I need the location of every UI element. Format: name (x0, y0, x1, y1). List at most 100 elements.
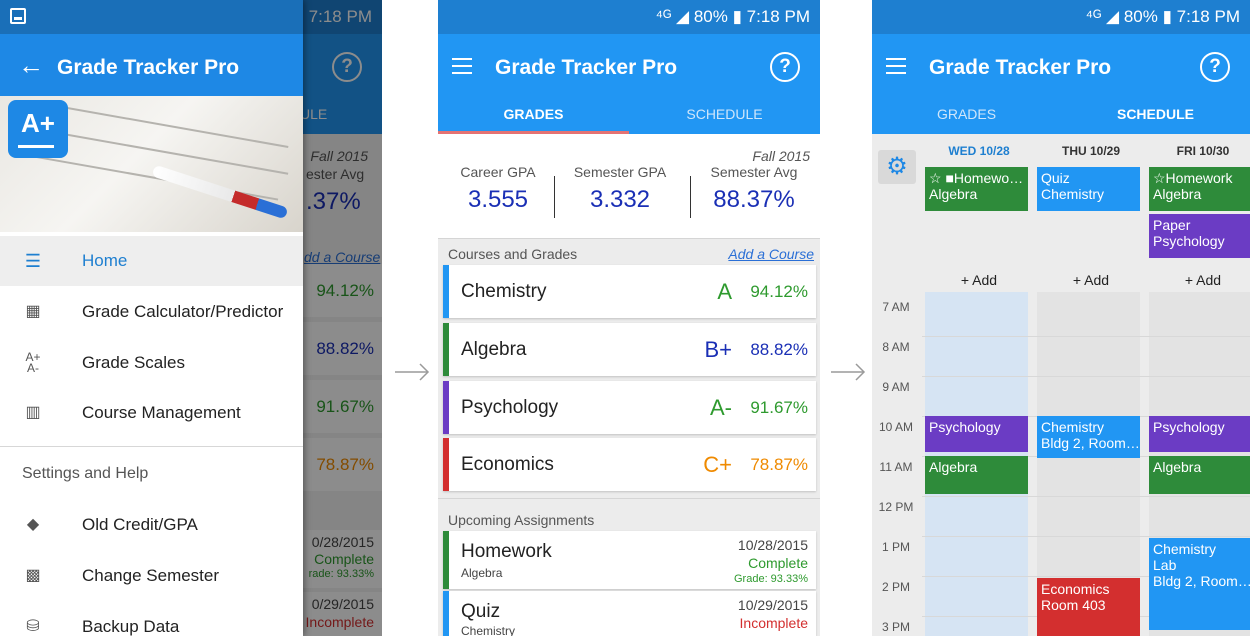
drawer-item-label: Course Management (82, 403, 241, 422)
home-icon: ☰ (24, 251, 42, 271)
tab-label: GRADES (936, 106, 997, 122)
schedule-grid: 7 AM 8 AM 9 AM 10 AM 11 AM 12 PM 1 PM 2 … (872, 292, 1250, 636)
drawer-item-label: Backup Data (82, 617, 180, 636)
course-letter-grade: C+ (703, 452, 732, 477)
drawer-app-bar: ← Grade Tracker Pro (0, 34, 303, 102)
arrow-right-icon (395, 363, 430, 381)
phone-screen-drawer: ⁴ᴳ ◢ 80% ▮ 7:18 PM Grade Tracker Pro ? U… (0, 0, 382, 636)
tab-schedule[interactable]: SCHEDULE (629, 102, 820, 134)
assignment-color-bar (443, 531, 449, 589)
add-event-button[interactable]: + Add (1036, 272, 1146, 288)
app-title: Grade Tracker Pro (929, 56, 1112, 79)
hour-label: 11 AM (879, 460, 913, 474)
event-homework-fri[interactable]: ☆Homework Algebra (1149, 167, 1250, 211)
divider (690, 176, 691, 218)
event-algebra-fri[interactable]: Algebra (1149, 456, 1250, 494)
app-bar: Grade Tracker Pro ? (872, 34, 1250, 102)
event-psychology-fri[interactable]: Psychology (1149, 416, 1250, 452)
add-course-link[interactable]: Add a Course (728, 246, 814, 262)
gear-icon[interactable]: ⚙ (878, 150, 916, 184)
app-logo-text: A+ (21, 108, 55, 138)
courses-icon: ▥ (25, 404, 41, 421)
drawer-item-home[interactable]: ☰ Home (0, 236, 303, 286)
help-icon[interactable]: ? (770, 52, 800, 82)
status-text: ⁴ᴳ ◢ 80% ▮ 7:18 PM (1085, 7, 1240, 26)
course-row-chemistry[interactable]: Chemistry A 94.12% (443, 265, 816, 318)
day-header-wed[interactable]: WED 10/28 (924, 144, 1034, 158)
course-color-bar (443, 381, 449, 434)
status-text: ⁴ᴳ ◢ 80% ▮ 7:18 PM (655, 7, 810, 26)
grid-line (922, 496, 1250, 497)
phone-screen-grades: ⁴ᴳ ◢ 80% ▮ 7:18 PM Grade Tracker Pro ? G… (438, 0, 820, 636)
drawer-item-grade-scales[interactable]: A+ A- Grade Scales (0, 338, 303, 388)
status-bar: ⁴ᴳ ◢ 80% ▮ 7:18 PM (438, 0, 820, 34)
courses-header: Courses and Grades (448, 246, 578, 262)
help-icon[interactable]: ? (1200, 52, 1230, 82)
event-economics-thu[interactable]: Economics Room 403 (1037, 578, 1140, 636)
course-row-algebra[interactable]: Algebra B+ 88.82% (443, 323, 816, 376)
assignment-course: Algebra (461, 566, 503, 580)
drawer-item-course-management[interactable]: ▥ Course Management (0, 388, 303, 438)
hour-label: 7 AM (882, 300, 910, 314)
course-percent: 91.67% (750, 398, 808, 417)
assignment-row-quiz[interactable]: Quiz Chemistry 10/29/2015 Incomplete (443, 591, 816, 636)
drawer-item-backup-data[interactable]: ⛁ Backup Data (0, 602, 303, 636)
app-logo: A+ (8, 100, 68, 158)
upcoming-header: Upcoming Assignments (448, 512, 595, 528)
tab-bar: GRADES SCHEDULE (872, 102, 1250, 134)
event-chemistry-thu[interactable]: Chemistry Bldg 2, Room… (1037, 416, 1140, 458)
hour-label: 10 AM (878, 420, 914, 434)
app-bar: Grade Tracker Pro ? (438, 34, 820, 102)
course-name: Psychology (461, 397, 559, 418)
tab-grades[interactable]: GRADES (438, 102, 629, 134)
assignment-course: Chemistry (461, 624, 516, 636)
nav-drawer: ← Grade Tracker Pro A+ ☰ Home ▦ Grade Ca… (0, 0, 303, 636)
event-quiz-thu[interactable]: Quiz Chemistry (1037, 167, 1140, 211)
menu-icon[interactable] (452, 58, 472, 74)
course-row-economics[interactable]: Economics C+ 78.87% (443, 438, 816, 491)
event-homework-wed[interactable]: ☆ ■Homewo… Algebra (925, 167, 1028, 211)
drawer-item-change-semester[interactable]: ▩ Change Semester (0, 551, 303, 601)
event-algebra-wed[interactable]: Algebra (925, 456, 1028, 494)
event-psychology-wed[interactable]: Psychology (925, 416, 1028, 452)
grid-line (922, 376, 1250, 377)
course-color-bar (443, 265, 449, 318)
hour-label: 2 PM (881, 580, 910, 594)
hour-label: 8 AM (882, 340, 910, 354)
add-event-button[interactable]: + Add (924, 272, 1034, 288)
calculator-icon: ▦ (25, 303, 41, 320)
back-arrow-icon[interactable]: ← (18, 50, 44, 81)
drawer-item-grade-calculator[interactable]: ▦ Grade Calculator/Predictor (0, 287, 303, 337)
tab-grades[interactable]: GRADES (872, 102, 1061, 134)
course-row-psychology[interactable]: Psychology A- 91.67% (443, 381, 816, 434)
assignment-color-bar (443, 591, 449, 636)
event-paper-fri[interactable]: Paper Psychology (1149, 214, 1250, 258)
tab-schedule[interactable]: SCHEDULE (1061, 102, 1250, 134)
career-gpa: Career GPA 3.555 (438, 164, 558, 214)
course-letter-grade: A- (710, 395, 732, 420)
assignment-row-homework[interactable]: Homework Algebra 10/28/2015 Complete Gra… (443, 531, 816, 589)
term-label: Fall 2015 (752, 148, 810, 164)
semester-avg-label: Semester Avg (710, 164, 798, 180)
drawer-item-old-credit[interactable]: ◆ Old Credit/GPA (0, 500, 303, 550)
assignment-grade: Grade: 93.33% (734, 573, 808, 585)
paper-line (61, 106, 289, 148)
tab-label: SCHEDULE (1116, 106, 1194, 122)
event-chemistry-lab-fri[interactable]: Chemistry Lab Bldg 2, Room… (1149, 538, 1250, 630)
drawer-section-title: Settings and Help (22, 465, 149, 482)
grade-scale-icon: A+ A- (25, 350, 41, 375)
course-letter-grade: A (717, 279, 732, 304)
menu-icon[interactable] (886, 58, 906, 74)
add-event-button[interactable]: + Add (1148, 272, 1250, 288)
assignment-status: Incomplete (739, 615, 808, 631)
semester-avg: Semester Avg 88.37% (694, 164, 814, 214)
assignment-name: Quiz (461, 601, 501, 622)
app-title: Grade Tracker Pro (495, 56, 678, 79)
status-bar: ⁴ᴳ ◢ 80% ▮ 7:18 PM (872, 0, 1250, 34)
day-header-fri[interactable]: FRI 10/30 (1148, 144, 1250, 158)
assignment-status: Complete (748, 555, 808, 571)
day-header-thu[interactable]: THU 10/29 (1036, 144, 1146, 158)
course-name: Economics (461, 454, 554, 475)
hour-label: 12 PM (878, 500, 914, 514)
course-percent: 78.87% (750, 455, 808, 474)
